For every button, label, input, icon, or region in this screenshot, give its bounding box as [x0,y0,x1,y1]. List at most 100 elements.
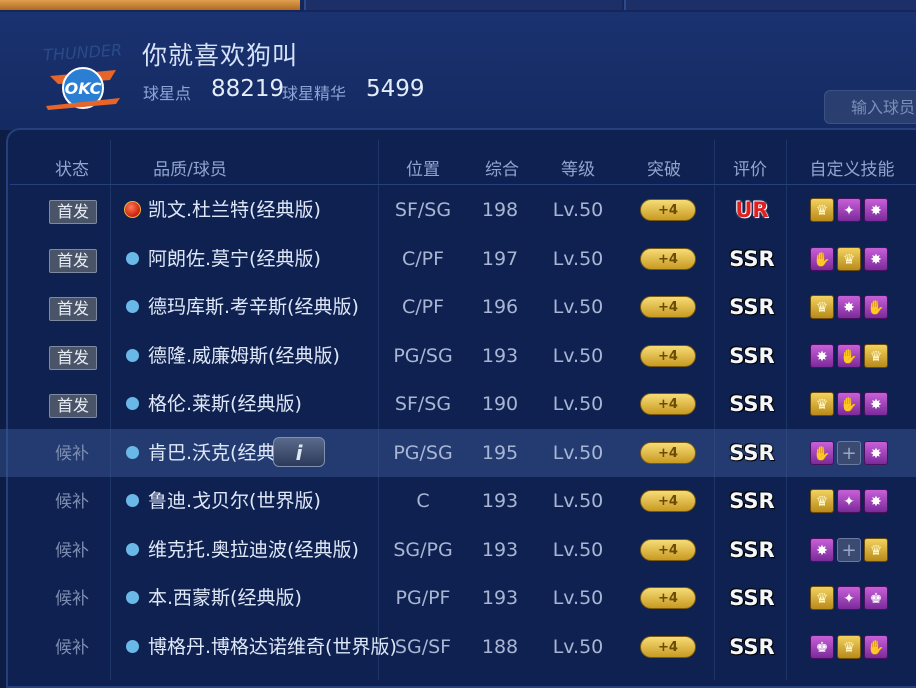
top-tab-active[interactable] [0,0,300,10]
player-name: 德玛库斯.考辛斯(经典版) [148,296,359,318]
purple-king-skill-icon[interactable]: ♚ [864,586,888,610]
player-level: Lv.50 [552,490,604,512]
player-level: Lv.50 [552,393,604,415]
player-position: PG/SG [393,344,453,367]
purple-block-skill-icon[interactable]: ✋ [810,440,834,465]
breakthrough-badge: +4 [640,393,696,415]
purple-dunk-skill-icon[interactable]: ✦ [837,198,861,222]
custom-skills: ✋ + ✸ [810,440,890,465]
star-points-value: 88219 [211,76,285,102]
gold-crown-skill-icon[interactable]: ♛ [837,246,861,271]
breakthrough-badge: +4 [640,635,696,658]
purple-dribble-skill-icon[interactable]: ✸ [864,440,888,465]
player-name: 维克托.奥拉迪波(经典版) [148,538,359,561]
table-row[interactable]: 候补 肯巴.沃克(经典 PG/SG 195 Lv.50 +4 SSR ✋ + ✸ i [0,428,916,477]
status-badge: 候补 [55,443,89,464]
table-row[interactable]: 候补 博格丹.博格达诺维奇(世界版) SG/SF 188 Lv.50 +4 SSR ♚ ♛ ✋ [0,623,916,671]
player-level: Lv.50 [552,344,604,367]
custom-skills: ♛ ✋ ✸ [810,392,890,416]
rating-badge: SSR [729,489,775,513]
table-row[interactable]: 首发 格伦.莱斯(经典版) SF/SG 190 Lv.50 +4 SSR ♛ ✋ ✸ [0,380,916,428]
team-logo: THUNDER OKC [43,40,123,110]
col-header-player: 品质/球员 [153,160,227,180]
gold-crown-skill-icon[interactable]: ♛ [864,537,888,562]
gold-crown-skill-icon[interactable]: ♛ [810,198,834,222]
rating-badge: SSR [729,537,775,562]
purple-dribble-skill-icon[interactable]: ✸ [810,343,834,368]
top-tab[interactable] [624,0,916,10]
col-header-overall: 综合 [485,160,519,180]
purple-king-skill-icon[interactable]: ♚ [810,634,834,659]
player-level: Lv.50 [552,538,604,561]
gold-crown-skill-icon[interactable]: ♛ [810,489,834,513]
purple-dribble-skill-icon[interactable]: ✸ [864,489,888,513]
player-name: 本.西蒙斯(经典版) [148,587,302,609]
table-row[interactable]: 首发 德玛库斯.考辛斯(经典版) C/PF 196 Lv.50 +4 SSR ♛ ✸ ✋ [0,283,916,331]
custom-skills: ✸ + ♛ [810,537,890,562]
player-name: 阿朗佐.莫宁(经典版) [148,247,321,270]
gold-crown-skill-icon[interactable]: ♛ [810,392,834,416]
purple-dribble-skill-icon[interactable]: ✸ [864,246,888,271]
custom-skills: ✸ ✋ ♛ [810,343,890,368]
custom-skills: ♚ ♛ ✋ [810,634,890,659]
breakthrough-badge: +4 [640,296,696,318]
star-essence-value: 5499 [366,76,425,102]
purple-block-skill-icon[interactable]: ✋ [810,246,834,271]
player-overall: 193 [481,490,519,512]
player-search-input[interactable]: 输入球员 [824,90,916,124]
table-row[interactable]: 候补 维克托.奥拉迪波(经典版) SG/PG 193 Lv.50 +4 SSR ✸ + ♛ [0,526,916,574]
player-name: 鲁迪.戈贝尔(世界版) [148,490,321,512]
player-name: 凯文.杜兰特(经典版) [148,199,321,221]
purple-block-skill-icon[interactable]: ✋ [837,392,861,416]
purple-dribble-skill-icon[interactable]: ✸ [864,392,888,416]
player-overall: 193 [481,587,519,609]
gold-crown-skill-icon[interactable]: ♛ [864,343,888,368]
table-row[interactable]: 首发 德隆.威廉姆斯(经典版) PG/SG 193 Lv.50 +4 SSR ✸ ✋ ♛ [0,332,916,380]
gold-crown-skill-icon[interactable]: ♛ [837,634,861,659]
table-row[interactable]: 首发 阿朗佐.莫宁(经典版) C/PF 197 Lv.50 +4 SSR ✋ ♛ ✸ [0,235,916,283]
table-row[interactable]: 候补 本.西蒙斯(经典版) PG/PF 193 Lv.50 +4 SSR ♛ ✦ ♚ [0,574,916,622]
purple-block-skill-icon[interactable]: ✋ [864,295,888,319]
gold-crown-skill-icon[interactable]: ♛ [810,295,834,319]
rating-badge: SSR [729,246,775,271]
breakthrough-badge: +4 [640,441,696,464]
rating-badge: SSR [729,440,775,465]
status-badge: 候补 [55,589,89,609]
col-header-position: 位置 [406,160,440,180]
rating-badge: SSR [729,295,775,319]
empty-skill-slot-icon[interactable]: + [837,440,861,465]
top-tab[interactable] [304,0,622,10]
player-level: Lv.50 [552,296,604,318]
status-badge: 候补 [55,540,89,561]
player-position: SF/SG [394,393,452,415]
svg-text:OKC: OKC [65,79,102,98]
col-header-status: 状态 [55,160,89,180]
purple-dunk-skill-icon[interactable]: ✦ [837,586,861,610]
purple-dribble-skill-icon[interactable]: ✸ [864,198,888,222]
status-badge: 候补 [55,637,89,658]
player-position: C/PF [401,247,445,270]
team-header [0,12,916,130]
gold-crown-skill-icon[interactable]: ♛ [810,586,834,610]
info-button[interactable]: i [273,436,325,467]
player-position: C [416,490,430,512]
breakthrough-badge: +4 [640,490,696,512]
team-name: 你就喜欢狗叫 [142,41,299,70]
purple-block-skill-icon[interactable]: ✋ [837,343,861,368]
breakthrough-badge: +4 [640,247,696,270]
header-divider [10,184,916,185]
quality-blue-icon [126,348,139,362]
purple-dribble-skill-icon[interactable]: ✸ [837,295,861,319]
svg-text:THUNDER: THUNDER [43,40,123,64]
table-row[interactable]: 首发 凯文.杜兰特(经典版) SF/SG 198 Lv.50 +4 UR ♛ ✦ ✸ [0,186,916,234]
purple-block-skill-icon[interactable]: ✋ [864,634,888,659]
empty-skill-slot-icon[interactable]: + [837,537,861,562]
player-position: SG/SF [394,635,452,658]
player-level: Lv.50 [552,199,604,221]
purple-dribble-skill-icon[interactable]: ✸ [810,537,834,562]
purple-dunk-skill-icon[interactable]: ✦ [837,489,861,513]
custom-skills: ♛ ✦ ✸ [810,489,890,513]
rating-badge: SSR [729,343,775,368]
quality-blue-icon [126,639,139,653]
table-row[interactable]: 候补 鲁迪.戈贝尔(世界版) C 193 Lv.50 +4 SSR ♛ ✦ ✸ [0,477,916,525]
